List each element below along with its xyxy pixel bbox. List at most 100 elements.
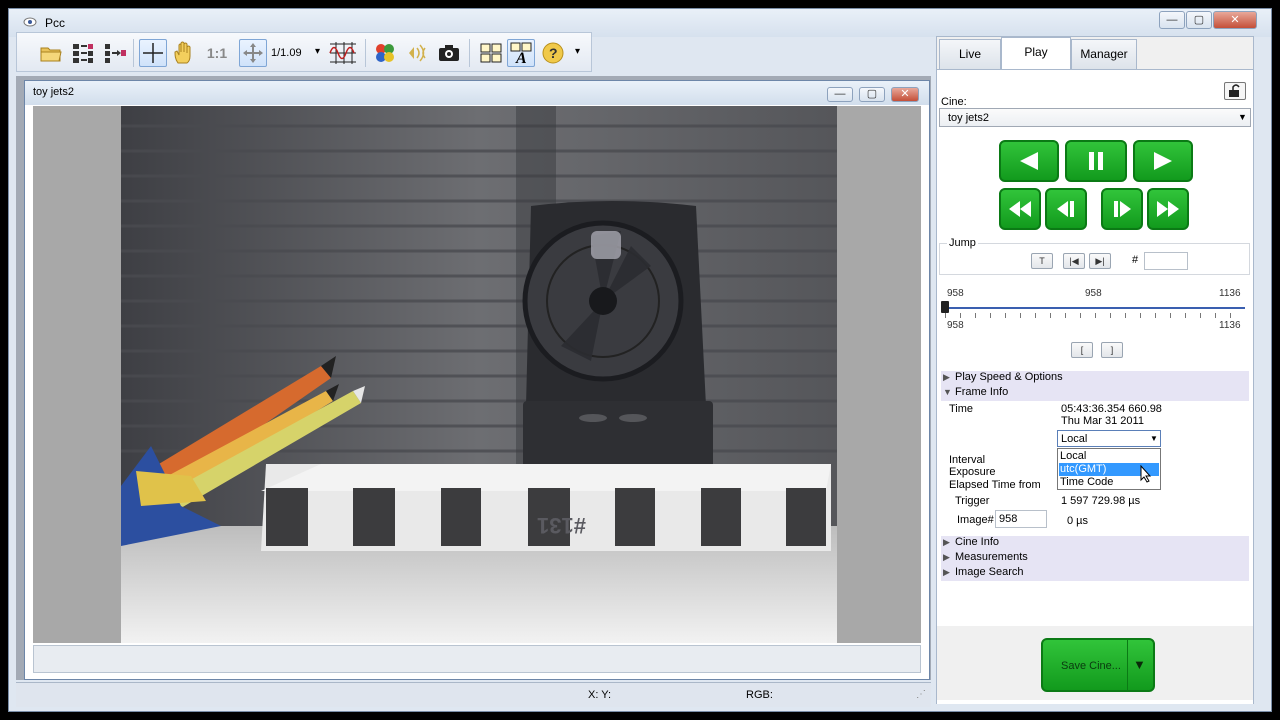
trigger-value: 1 597 729.98 µs: [1061, 495, 1141, 507]
lock-open-icon: [1229, 84, 1240, 97]
expand-arrow-icon: ▶: [943, 372, 950, 382]
zoom-level-text: 1/1.09: [271, 47, 302, 59]
audio-button[interactable]: [403, 39, 431, 67]
section-play-speed[interactable]: ▶ Play Speed & Options: [941, 371, 1249, 386]
jump-first-button[interactable]: |◀: [1063, 253, 1085, 269]
cine-select[interactable]: toy jets2 ▼: [939, 108, 1251, 127]
step-forward-button[interactable]: [1101, 188, 1143, 230]
toolbar-separator: [469, 39, 470, 67]
rewind-icon: [1009, 201, 1031, 217]
image-number-input[interactable]: 958: [995, 510, 1047, 528]
tab-live[interactable]: Live: [939, 39, 1001, 69]
svg-text:?: ?: [549, 45, 558, 61]
zoom-1to1-button[interactable]: 1:1: [201, 39, 233, 67]
child-minimize-button[interactable]: —: [827, 87, 853, 102]
app-icon: [23, 17, 37, 27]
time-label: Time: [949, 403, 974, 415]
waveform-icon: [329, 42, 356, 64]
convert-icon: [105, 44, 126, 63]
range-start-button[interactable]: [: [1071, 342, 1093, 358]
help-icon: ?: [542, 42, 564, 64]
jump-trigger-button[interactable]: T: [1031, 253, 1053, 269]
section-measurements[interactable]: ▶ Measurements: [941, 551, 1249, 566]
child-maximize-button[interactable]: ▢: [859, 87, 885, 102]
toolbar-separator: [133, 39, 134, 67]
resize-grip-icon[interactable]: ⋰: [916, 689, 926, 700]
open-folder-button[interactable]: [37, 39, 65, 67]
crosshair-tool-button[interactable]: [139, 39, 167, 67]
pause-button[interactable]: [1065, 140, 1127, 182]
snapshot-button[interactable]: [435, 39, 463, 67]
minimize-button[interactable]: —: [1159, 11, 1185, 29]
play-reverse-button[interactable]: [999, 140, 1059, 182]
zoom-dropdown-arrow[interactable]: ▾: [315, 46, 320, 57]
jump-last-button[interactable]: ▶|: [1089, 253, 1111, 269]
fast-forward-icon: [1157, 201, 1179, 217]
folder-icon: [40, 47, 62, 62]
cursor-xy-text: X: Y:: [588, 689, 612, 701]
play-reverse-icon: [1020, 152, 1038, 170]
save-dropdown-arrow-icon[interactable]: ▼: [1133, 657, 1146, 672]
move-arrows-icon: [243, 43, 263, 63]
time-format-select[interactable]: Local ▼: [1057, 430, 1161, 447]
horizontal-scrollbar[interactable]: [33, 645, 921, 673]
help-dropdown-arrow[interactable]: ▾: [575, 46, 580, 57]
window-title: Pcc: [45, 16, 66, 30]
pan-tool-button[interactable]: [169, 39, 197, 67]
waveform-button[interactable]: [327, 39, 359, 67]
status-bar: X: Y: RGB: ⋰: [16, 682, 931, 707]
timeline-track[interactable]: [945, 307, 1245, 309]
cine-frame-image[interactable]: #131: [121, 106, 837, 643]
image-viewport[interactable]: #131: [33, 106, 921, 643]
section-image-search-label: Image Search: [955, 566, 1024, 578]
image-number-label: Image#: [957, 514, 994, 526]
control-panel: Live Play Manager Cine: toy jets2 ▼ Jump…: [936, 36, 1254, 704]
maximize-button[interactable]: ▢: [1186, 11, 1212, 29]
expand-arrow-icon: ▶: [943, 537, 950, 547]
text-annotation-icon: A: [510, 42, 532, 65]
step-back-button[interactable]: [1045, 188, 1087, 230]
chevron-down-icon: ▼: [1238, 112, 1247, 122]
multi-cine-button[interactable]: [69, 39, 97, 67]
tab-manager[interactable]: Manager: [1071, 39, 1137, 69]
tab-play[interactable]: Play: [1001, 37, 1071, 70]
scene-illustration: #131: [121, 106, 837, 643]
timeline-ticks: [945, 313, 1245, 318]
range-end-button[interactable]: ]: [1101, 342, 1123, 358]
section-cine-info[interactable]: ▶ Cine Info: [941, 536, 1249, 551]
time-value: 05:43:36.354 660.98: [1061, 403, 1162, 415]
section-play-speed-label: Play Speed & Options: [955, 371, 1063, 383]
save-cine-button[interactable]: Save Cine... ▼: [1041, 638, 1155, 692]
fast-forward-button[interactable]: [1147, 188, 1189, 230]
tile-windows-button[interactable]: [477, 39, 505, 67]
child-close-button[interactable]: ✕: [891, 87, 919, 102]
color-adjust-button[interactable]: [371, 39, 399, 67]
help-button[interactable]: ?: [539, 39, 567, 67]
annotation-button[interactable]: A: [507, 39, 535, 67]
step-back-icon: [1057, 201, 1074, 217]
crosshair-icon: [143, 43, 163, 63]
timeline-thumb[interactable]: [941, 301, 949, 313]
section-frame-info[interactable]: ▼ Frame Info: [941, 386, 1249, 401]
jump-hash-label: #: [1132, 254, 1139, 266]
camera-icon: [439, 45, 459, 61]
rewind-button[interactable]: [999, 188, 1041, 230]
section-image-search[interactable]: ▶ Image Search: [941, 566, 1249, 581]
save-cine-label: Save Cine...: [1061, 660, 1121, 672]
collapse-arrow-icon: ▼: [943, 387, 952, 397]
slider-start-label: 958: [947, 288, 964, 299]
cine-label: Cine:: [941, 96, 967, 108]
play-forward-button[interactable]: [1133, 140, 1193, 182]
mouse-cursor-icon: [1140, 464, 1152, 486]
cine-window-titlebar: toy jets2 — ▢ ✕: [25, 81, 929, 105]
jump-frame-input[interactable]: [1144, 252, 1188, 270]
unlock-button[interactable]: [1224, 82, 1246, 100]
zoom-fit-button[interactable]: [239, 39, 267, 67]
batch-convert-button[interactable]: [101, 39, 129, 67]
tile-icon: [480, 43, 502, 63]
slider-current-label: 958: [1085, 288, 1102, 299]
time-format-option[interactable]: Local: [1060, 450, 1158, 462]
chevron-down-icon: ▼: [1150, 434, 1158, 443]
cine-select-value: toy jets2: [948, 112, 989, 124]
close-button[interactable]: ✕: [1213, 11, 1257, 29]
